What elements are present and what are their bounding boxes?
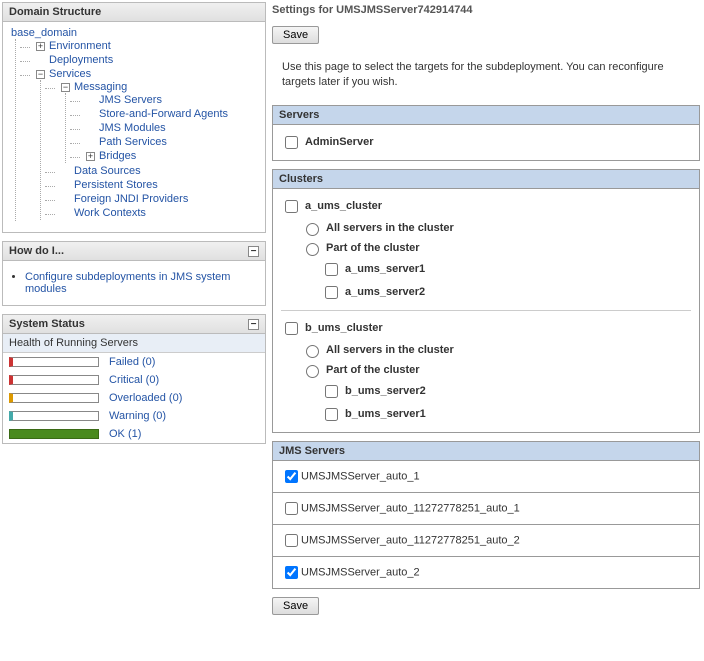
tree-foreign-jndi[interactable]: Foreign JNDI Providers (74, 193, 188, 205)
cluster-server-label: b_ums_server1 (345, 408, 426, 420)
health-bar-warning (9, 411, 99, 421)
tree-root[interactable]: base_domain (11, 27, 77, 39)
save-button-bottom[interactable]: Save (272, 597, 319, 615)
tree-jms-servers[interactable]: JMS Servers (99, 94, 162, 106)
cluster-all-label: All servers in the cluster (326, 222, 454, 234)
health-row: Critical (0) (3, 371, 265, 389)
cluster-part-label: Part of the cluster (326, 364, 420, 376)
jms-server-label: UMSJMSServer_auto_11272778251_auto_1 (301, 502, 520, 514)
tree-work-contexts[interactable]: Work Contexts (74, 207, 146, 219)
cluster-all-label: All servers in the cluster (326, 344, 454, 356)
tree-persistent-stores[interactable]: Persistent Stores (74, 179, 158, 191)
server-checkbox[interactable] (285, 136, 298, 149)
cluster-part-radio[interactable] (306, 243, 319, 256)
plus-icon[interactable]: + (86, 152, 95, 161)
cluster-all-radio[interactable] (306, 223, 319, 236)
health-bar-ok (9, 429, 99, 439)
tree-bridges[interactable]: Bridges (99, 150, 136, 162)
cluster-server-checkbox[interactable] (325, 286, 338, 299)
domain-tree-scroll[interactable]: base_domain +Environment Deployments −Se… (3, 22, 265, 232)
health-bar-critical (9, 375, 99, 385)
health-row: Failed (0) (3, 353, 265, 371)
cluster-server-checkbox[interactable] (325, 385, 338, 398)
jms-server-checkbox[interactable] (285, 534, 298, 547)
system-status-title: System Status (9, 318, 85, 330)
health-row: Overloaded (0) (3, 389, 265, 407)
tree-services[interactable]: Services (49, 68, 91, 80)
intro-text: Use this page to select the targets for … (282, 60, 690, 91)
clusters-panel: Clusters a_ums_cluster All servers in the… (272, 169, 700, 433)
jms-server-label: UMSJMSServer_auto_1 (301, 470, 420, 482)
collapse-icon[interactable]: − (248, 246, 259, 257)
cluster-server-label: b_ums_server2 (345, 385, 426, 397)
jms-server-checkbox[interactable] (285, 502, 298, 515)
health-link[interactable]: Critical (0) (109, 374, 159, 386)
server-label: AdminServer (305, 136, 373, 148)
jms-server-label: UMSJMSServer_auto_11272778251_auto_2 (301, 534, 520, 546)
domain-structure-title: Domain Structure (9, 6, 101, 18)
health-link[interactable]: OK (1) (109, 428, 141, 440)
health-bar-failed (9, 357, 99, 367)
system-status-panel: System Status − Health of Running Server… (2, 314, 266, 444)
clusters-header: Clusters (273, 170, 699, 189)
cluster-part-label: Part of the cluster (326, 242, 420, 254)
cluster-label: a_ums_cluster (305, 200, 382, 212)
minus-icon[interactable]: − (36, 70, 45, 79)
cluster-server-checkbox[interactable] (325, 263, 338, 276)
how-do-i-panel: How do I... − Configure subdeployments i… (2, 241, 266, 306)
jms-server-row: UMSJMSServer_auto_1 (273, 461, 699, 492)
page-title: Settings for UMSJMSServer742914744 (272, 4, 700, 16)
how-do-i-list: Configure subdeployments in JMS system m… (25, 271, 259, 295)
health-row: Warning (0) (3, 407, 265, 425)
cluster-server-checkbox[interactable] (325, 408, 338, 421)
domain-tree: base_domain +Environment Deployments −Se… (7, 26, 261, 222)
tree-environment[interactable]: Environment (49, 40, 111, 52)
tree-jms-modules[interactable]: JMS Modules (99, 122, 166, 134)
jms-server-checkbox[interactable] (285, 566, 298, 579)
how-do-i-link[interactable]: Configure subdeployments in JMS system m… (25, 271, 230, 295)
collapse-icon[interactable]: − (248, 319, 259, 330)
cluster-checkbox[interactable] (285, 322, 298, 335)
cluster-label: b_ums_cluster (305, 322, 383, 334)
domain-structure-panel: Domain Structure base_domain + Environmen… (2, 2, 266, 233)
health-bar-overloaded (9, 393, 99, 403)
cluster-server-label: a_ums_server2 (345, 286, 425, 298)
tree-data-sources[interactable]: Data Sources (74, 165, 141, 177)
servers-header: Servers (273, 106, 699, 125)
plus-icon[interactable]: + (36, 42, 45, 51)
cluster-checkbox[interactable] (285, 200, 298, 213)
minus-icon[interactable]: − (61, 83, 70, 92)
jms-server-label: UMSJMSServer_auto_2 (301, 566, 420, 578)
server-row: AdminServer (281, 131, 691, 154)
jms-server-row: UMSJMSServer_auto_11272778251_auto_1 (273, 492, 699, 524)
jms-servers-panel: JMS Servers UMSJMSServer_auto_1 UMSJMSSer… (272, 441, 700, 589)
health-link[interactable]: Failed (0) (109, 356, 155, 368)
cluster-part-radio[interactable] (306, 365, 319, 378)
tree-deployments[interactable]: Deployments (49, 54, 113, 66)
health-subheader: Health of Running Servers (3, 334, 265, 353)
cluster-server-label: a_ums_server1 (345, 263, 425, 275)
cluster-all-radio[interactable] (306, 345, 319, 358)
health-row: OK (1) (3, 425, 265, 443)
jms-server-checkbox[interactable] (285, 470, 298, 483)
tree-store-forward[interactable]: Store-and-Forward Agents (99, 108, 228, 120)
health-link[interactable]: Overloaded (0) (109, 392, 182, 404)
how-do-i-title: How do I... (9, 245, 64, 257)
jms-server-row: UMSJMSServer_auto_2 (273, 556, 699, 588)
save-button-top[interactable]: Save (272, 26, 319, 44)
jms-servers-header: JMS Servers (273, 442, 699, 461)
tree-messaging[interactable]: Messaging (74, 81, 127, 93)
servers-panel: Servers AdminServer (272, 105, 700, 161)
jms-server-row: UMSJMSServer_auto_11272778251_auto_2 (273, 524, 699, 556)
health-link[interactable]: Warning (0) (109, 410, 166, 422)
tree-path-services[interactable]: Path Services (99, 136, 167, 148)
